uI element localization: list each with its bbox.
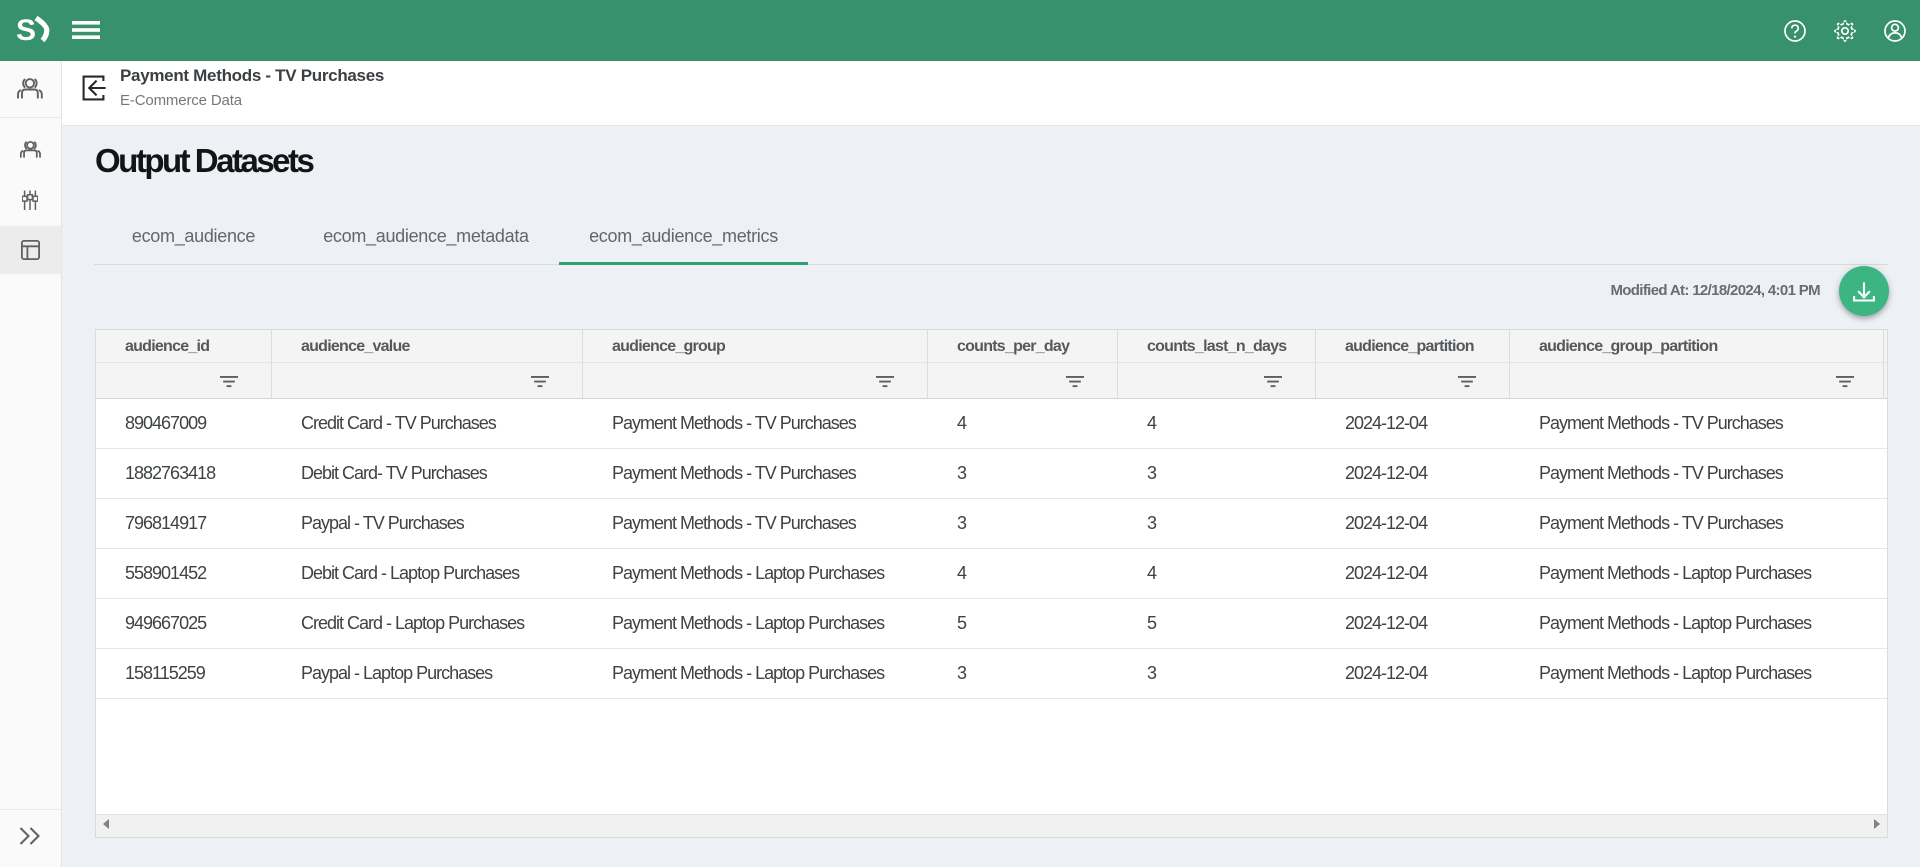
svg-text:S: S — [17, 15, 36, 45]
